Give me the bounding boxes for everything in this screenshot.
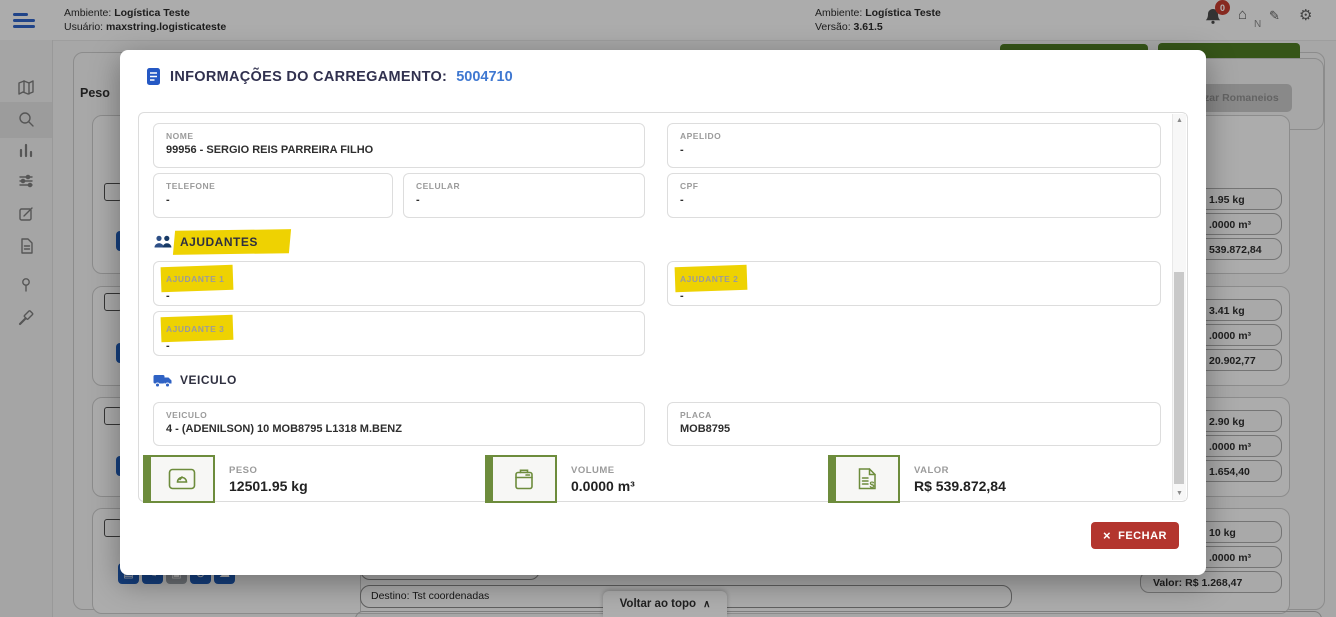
document-blue-icon (146, 67, 161, 86)
apelido-field: APELIDO- (667, 123, 1161, 168)
ajudante3-field: AJUDANTE 3 - (153, 311, 645, 356)
app-screen: Ambiente: Logística Teste Usuário: maxst… (0, 0, 1336, 617)
veiculo-section-header: VEICULO (153, 372, 237, 388)
fechar-button[interactable]: × FECHAR (1091, 522, 1179, 549)
modal-title: INFORMAÇÕES DO CARREGAMENTO: (170, 69, 447, 85)
modal-title-row: INFORMAÇÕES DO CARREGAMENTO: 5004710 (146, 67, 513, 86)
ajudantes-section-header: AJUDANTES (153, 234, 258, 250)
people-icon (153, 235, 173, 249)
close-icon: × (1103, 528, 1111, 543)
peso-summary-tile: PESO12501.95 kg (143, 455, 481, 503)
svg-text:$: $ (869, 480, 874, 490)
celular-field: CELULAR- (403, 173, 645, 218)
scroll-down-arrow-icon[interactable]: ▼ (1173, 490, 1186, 497)
scale-icon (168, 468, 196, 490)
modal-scrollbar[interactable]: ▲ ▼ (1172, 114, 1186, 500)
modal-content-panel: NOME99956 - SERGIO REIS PARREIRA FILHO A… (138, 112, 1188, 502)
valor-summary-tile: $ VALORR$ 539.872,84 (828, 455, 1168, 503)
nome-field: NOME99956 - SERGIO REIS PARREIRA FILHO (153, 123, 645, 168)
veiculo-field: VEICULO4 - (ADENILSON) 10 MOB8795 L1318 … (153, 402, 645, 446)
shipment-info-modal: INFORMAÇÕES DO CARREGAMENTO: 5004710 NOM… (120, 50, 1206, 575)
invoice-icon: $ (856, 467, 879, 491)
ajudantes-section-title: AJUDANTES (180, 235, 258, 249)
package-icon (513, 468, 535, 491)
veiculo-section-title: VEICULO (180, 373, 237, 387)
truck-icon (153, 373, 173, 388)
ajudante2-field: AJUDANTE 2 - (667, 261, 1161, 306)
cpf-field: CPF- (667, 173, 1161, 218)
placa-field: PLACAMOB8795 (667, 402, 1161, 446)
scrollbar-thumb[interactable] (1174, 272, 1184, 484)
scroll-up-arrow-icon[interactable]: ▲ (1173, 117, 1186, 124)
volume-summary-tile: VOLUME0.0000 m³ (485, 455, 824, 503)
shipment-id-link[interactable]: 5004710 (456, 69, 512, 85)
ajudante1-field: AJUDANTE 1 - (153, 261, 645, 306)
fechar-button-label: FECHAR (1118, 530, 1167, 542)
telefone-field: TELEFONE- (153, 173, 393, 218)
